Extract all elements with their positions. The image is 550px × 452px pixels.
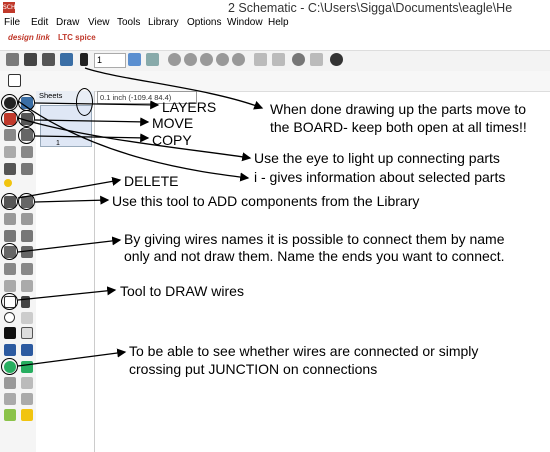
mirror-icon[interactable] <box>4 146 16 158</box>
stop-icon[interactable] <box>292 53 305 66</box>
highlight-junction <box>1 358 18 375</box>
invoke-icon[interactable] <box>21 230 33 242</box>
miter-icon[interactable] <box>21 263 33 275</box>
menu-view[interactable]: View <box>88 17 110 28</box>
annotation-name-line2: only and not draw them. Name the ends yo… <box>124 248 505 264</box>
annotation-move: MOVE <box>152 115 194 131</box>
zoom-out-icon[interactable] <box>200 53 213 66</box>
sheets-label: Sheets <box>39 91 63 100</box>
warning-icon[interactable] <box>21 409 33 421</box>
zoom-select[interactable]: 1 <box>94 53 126 68</box>
menu-tools[interactable]: Tools <box>117 17 140 28</box>
split-icon[interactable] <box>4 280 16 292</box>
zoom-fit-icon[interactable] <box>168 53 181 66</box>
annotation-board-line1: When done drawing up the parts move to <box>270 101 527 117</box>
polygon-icon[interactable] <box>21 327 33 339</box>
annotation-board-line2: the BOARD- keep both open at all times!! <box>270 119 527 135</box>
display-icon[interactable] <box>4 129 16 141</box>
dimension-icon[interactable] <box>21 377 33 389</box>
title-bar: SCH 2 Schematic - C:\Users\Sigga\Documen… <box>0 0 550 16</box>
menu-bar: File Edit Draw View Tools Library Option… <box>0 16 550 32</box>
highlight-move <box>18 110 35 127</box>
sheet-number: 1 <box>56 140 60 147</box>
ltcspice-logo[interactable]: LTC spice <box>58 33 96 42</box>
annotation-delete: DELETE <box>124 173 179 189</box>
erc-icon[interactable] <box>4 393 16 405</box>
save-icon[interactable] <box>24 53 37 66</box>
menu-file[interactable]: File <box>4 17 20 28</box>
annotation-eye-line1: Use the eye to light up connecting parts <box>254 150 500 166</box>
rect-icon[interactable] <box>4 327 16 339</box>
highlight-wire <box>1 293 18 310</box>
highlight-board-switch <box>76 88 93 116</box>
grid-toggle-icon[interactable] <box>8 74 21 87</box>
designlink-logo[interactable]: design link <box>8 33 50 42</box>
change-icon[interactable] <box>21 163 33 175</box>
annotation-add: Use this tool to ADD components from the… <box>112 193 420 209</box>
highlight-layers <box>18 94 35 111</box>
run-icon[interactable] <box>4 409 16 421</box>
grid-icon[interactable] <box>128 53 141 66</box>
annotation-layers: LAYERS <box>162 99 217 115</box>
menu-library[interactable]: Library <box>148 17 179 28</box>
menu-draw[interactable]: Draw <box>56 17 79 28</box>
label-icon[interactable] <box>21 361 33 373</box>
highlight-add <box>18 193 35 210</box>
help-icon[interactable] <box>330 53 343 66</box>
menu-options[interactable]: Options <box>187 17 221 28</box>
highlight-eye <box>1 110 18 127</box>
annotation-copy: COPY <box>152 132 192 148</box>
annotation-junction-line2: crossing put JUNCTION on connections <box>129 361 378 377</box>
arc-icon[interactable] <box>21 312 33 324</box>
zoom-select-icon[interactable] <box>216 53 229 66</box>
zoom-redraw-icon[interactable] <box>232 53 245 66</box>
text-icon[interactable] <box>21 296 30 308</box>
layer-settings-icon[interactable] <box>146 53 159 66</box>
paste-icon[interactable] <box>4 179 12 187</box>
window-title: 2 Schematic - C:\Users\Sigga\Documents\e… <box>228 1 513 15</box>
errors-icon[interactable] <box>21 393 33 405</box>
optimize-icon[interactable] <box>21 280 33 292</box>
rotate-icon[interactable] <box>21 146 33 158</box>
value-icon[interactable] <box>21 246 33 258</box>
cam-icon[interactable] <box>60 53 73 66</box>
highlight-info <box>1 94 18 111</box>
zoom-in-icon[interactable] <box>184 53 197 66</box>
highlight-copy <box>18 127 35 144</box>
circle-icon[interactable] <box>4 312 15 323</box>
undo-icon[interactable] <box>254 53 267 66</box>
app-icon: SCH <box>3 2 16 13</box>
highlight-delete <box>1 193 18 210</box>
pinswap-icon[interactable] <box>4 213 16 225</box>
open-icon[interactable] <box>6 53 19 66</box>
replace-icon[interactable] <box>4 230 16 242</box>
annotation-eye-line2: i - gives information about selected par… <box>254 169 506 185</box>
bus-icon[interactable] <box>4 344 16 356</box>
annotation-junction-line1: To be able to see whether wires are conn… <box>129 343 479 359</box>
smash-icon[interactable] <box>4 263 16 275</box>
board-switch-icon[interactable] <box>80 53 88 66</box>
highlight-name <box>1 243 18 260</box>
print-icon[interactable] <box>42 53 55 66</box>
go-icon[interactable] <box>310 53 323 66</box>
redo-icon[interactable] <box>272 53 285 66</box>
menu-edit[interactable]: Edit <box>31 17 48 28</box>
annotation-wire: Tool to DRAW wires <box>120 283 244 299</box>
group-icon[interactable] <box>4 163 16 175</box>
menu-window[interactable]: Window <box>227 17 263 28</box>
net-icon[interactable] <box>21 344 33 356</box>
annotation-name-line1: By giving wires names it is possible to … <box>124 231 505 247</box>
gateswap-icon[interactable] <box>21 213 33 225</box>
attribute-icon[interactable] <box>4 377 16 389</box>
menu-help[interactable]: Help <box>268 17 289 28</box>
